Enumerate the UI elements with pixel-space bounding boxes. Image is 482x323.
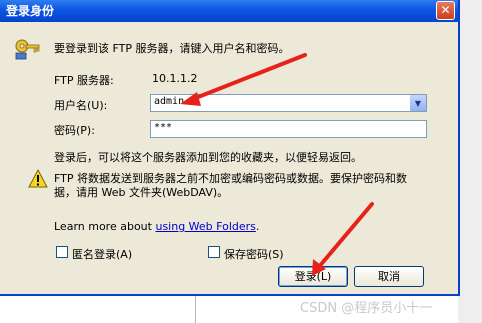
login-dialog: 登录身份 ✕ 要登录到该 FTP 服务器，请键入用户名和密码。 FTP 服务器:… bbox=[0, 0, 460, 296]
anonymous-login-label[interactable]: 匿名登录(A) bbox=[72, 246, 132, 262]
password-value: *** bbox=[154, 122, 173, 133]
dialog-title: 登录身份 bbox=[6, 4, 55, 18]
watermark: CSDN @程序员小十一 bbox=[300, 301, 433, 316]
login-button[interactable]: 登录(L) bbox=[278, 266, 348, 287]
title-bar[interactable]: 登录身份 ✕ bbox=[0, 0, 458, 22]
learn-more-suffix: . bbox=[255, 220, 260, 233]
server-label: FTP 服务器: bbox=[54, 74, 114, 87]
login-prompt: 要登录到该 FTP 服务器，请键入用户名和密码。 bbox=[54, 42, 290, 55]
username-value: admin bbox=[154, 96, 185, 107]
learn-more-prefix: Learn more about bbox=[54, 220, 156, 233]
cancel-button[interactable]: 取消 bbox=[354, 266, 424, 287]
anonymous-login-checkbox[interactable] bbox=[56, 246, 68, 258]
warning-icon bbox=[28, 169, 48, 188]
key-icon bbox=[15, 39, 40, 60]
favorites-note: 登录后，可以将这个服务器添加到您的收藏夹，以便轻易返回。 bbox=[54, 151, 362, 164]
close-icon: ✕ bbox=[440, 3, 451, 17]
username-label: 用户名(U): bbox=[54, 99, 108, 112]
close-button[interactable]: ✕ bbox=[436, 1, 455, 20]
background-panel bbox=[458, 0, 482, 323]
password-field[interactable]: *** bbox=[150, 120, 427, 138]
warning-text-line2: 据，请用 Web 文件夹(WebDAV)。 bbox=[54, 186, 229, 199]
save-password-checkbox[interactable] bbox=[208, 246, 220, 258]
learn-more-text: Learn more about using Web Folders. bbox=[54, 220, 259, 233]
server-value: 10.1.1.2 bbox=[152, 72, 198, 85]
save-password-label[interactable]: 保存密码(S) bbox=[224, 246, 284, 262]
password-label: 密码(P): bbox=[54, 124, 95, 137]
background-divider bbox=[195, 296, 196, 323]
web-folders-link[interactable]: using Web Folders bbox=[155, 220, 255, 233]
chevron-down-icon[interactable]: ▼ bbox=[409, 95, 426, 111]
username-combobox[interactable]: admin ▼ bbox=[150, 94, 427, 112]
